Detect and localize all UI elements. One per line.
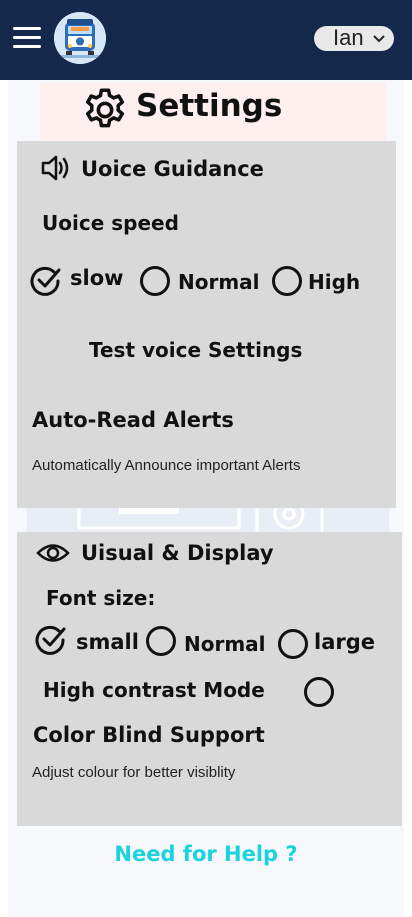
color-blind-title[interactable]: Color Blind Support [33,723,265,747]
voice-guidance-card [17,141,396,508]
font-option-small[interactable]: small [76,630,139,654]
top-bar: Ian [0,0,412,80]
font-option-normal[interactable]: Normal [184,632,266,656]
voice-speed-label: Uoice speed [42,211,179,235]
voice-guidance-heading: Uoice Guidance [81,157,264,181]
gear-icon [85,88,125,128]
color-blind-description: Adjust colour for better visiblity [32,764,236,781]
hamburger-icon[interactable] [13,27,41,49]
auto-read-title[interactable]: Auto-Read Alerts [32,408,234,432]
speed-option-high[interactable]: High [308,270,360,294]
font-option-large[interactable]: large [314,630,375,654]
test-voice-button[interactable]: Test voice Settings [89,338,302,362]
font-normal-radio[interactable] [146,626,176,656]
visual-display-heading: Uisual & Display [81,541,274,565]
speed-option-normal[interactable]: Normal [178,270,260,294]
help-link[interactable]: Need for Help ? [0,842,412,866]
speed-option-slow[interactable]: slow [70,266,124,290]
background-illustration [27,508,389,532]
font-size-label: Font size: [46,586,156,610]
speed-high-radio[interactable] [272,266,302,296]
language-selector[interactable]: Ian [314,26,394,51]
language-label: Ian [333,25,364,50]
speaker-icon [41,155,69,181]
high-contrast-toggle[interactable] [304,677,334,707]
auto-read-description: Automatically Announce important Alerts [32,457,301,474]
page-title: Settings [136,88,283,124]
check-circle-icon[interactable] [35,625,67,655]
check-circle-icon[interactable] [30,266,62,296]
high-contrast-label: High contrast Mode [43,678,265,702]
eye-icon [36,544,70,562]
font-large-radio[interactable] [278,629,308,659]
chevron-down-icon [373,35,385,43]
bus-icon[interactable] [54,12,106,64]
speed-normal-radio[interactable] [140,266,170,296]
